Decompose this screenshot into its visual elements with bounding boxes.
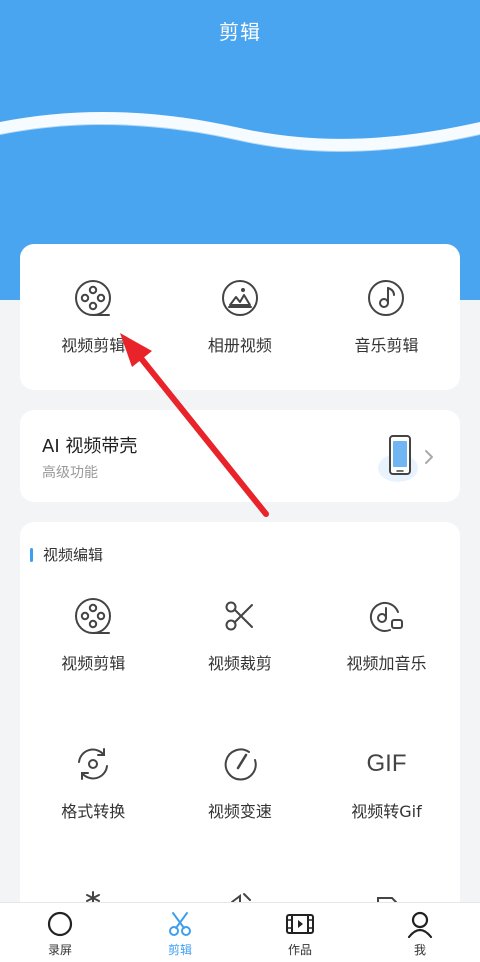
quick-action-label: 视频剪辑: [61, 336, 126, 355]
phone-icon: [378, 435, 418, 482]
nav-item-works[interactable]: 作品: [240, 903, 360, 962]
section-accent-bar: [30, 547, 33, 562]
nav-item-edit[interactable]: 剪辑: [120, 903, 240, 962]
nav-label: 作品: [287, 943, 312, 957]
ai-card-title: AI 视频带壳: [42, 436, 138, 457]
speedometer-icon: [224, 748, 257, 781]
tool-row: 格式转换 视频变速 GIF 视频转Gif: [20, 742, 460, 822]
quick-action-label: 相册视频: [207, 336, 272, 355]
record-icon: [47, 911, 73, 937]
tool-video-add-music[interactable]: 视频加音乐: [313, 594, 460, 674]
tool-row: 视频剪辑 视频裁剪 视频加音乐: [20, 594, 460, 674]
photo-album-icon: [221, 280, 258, 316]
tool-label: 格式转换: [61, 802, 126, 821]
ai-video-shell-card[interactable]: AI 视频带壳 高级功能: [20, 410, 460, 502]
tool-video-edit[interactable]: 视频剪辑: [20, 594, 167, 674]
nav-item-record[interactable]: 录屏: [0, 903, 120, 962]
add-music-icon: [370, 602, 404, 632]
wave-decoration: [0, 111, 480, 152]
music-note-icon: [368, 280, 405, 316]
gif-icon: GIF: [366, 750, 407, 777]
nav-label: 我: [413, 943, 426, 957]
quick-action-music-edit[interactable]: 音乐剪辑: [313, 244, 460, 356]
tool-label: 视频变速: [207, 802, 272, 821]
tool-label: 视频裁剪: [207, 654, 272, 673]
tool-label: 视频剪辑: [61, 654, 126, 673]
tool-video-crop[interactable]: 视频裁剪: [167, 594, 314, 674]
nav-label: 剪辑: [167, 943, 192, 957]
quick-actions-card: 视频剪辑 相册视频 音乐剪辑: [20, 244, 460, 390]
chevron-right-icon: [425, 450, 433, 464]
quick-action-video-edit[interactable]: 视频剪辑: [20, 244, 167, 356]
quick-action-label: 音乐剪辑: [354, 336, 419, 355]
tool-format-convert[interactable]: 格式转换: [20, 742, 167, 822]
section-title: 视频编辑: [43, 546, 104, 564]
page-title: 剪辑: [219, 20, 261, 44]
section-header: 视频编辑: [30, 544, 103, 565]
video-edit-card: 视频编辑 视频剪辑 视频裁剪 视频加音乐 格式转换 视频变速 GIF 视频转Gi…: [20, 522, 460, 942]
scissors-icon: [169, 912, 191, 936]
nav-item-me[interactable]: 我: [360, 903, 480, 962]
film-strip-icon: [286, 914, 314, 934]
tool-label: 视频转Gif: [351, 802, 422, 821]
tool-video-to-gif[interactable]: GIF 视频转Gif: [313, 742, 460, 822]
ai-card-subtitle: 高级功能: [42, 465, 98, 481]
bottom-nav: 录屏 剪辑 作品 我: [0, 902, 480, 962]
film-reel-icon: [75, 280, 112, 316]
tool-video-speed[interactable]: 视频变速: [167, 742, 314, 822]
quick-action-album-video[interactable]: 相册视频: [167, 244, 314, 356]
scissors-icon: [225, 601, 253, 631]
format-convert-icon: [78, 748, 109, 780]
tool-label: 视频加音乐: [346, 654, 427, 673]
film-reel-icon: [75, 598, 112, 634]
user-icon: [407, 911, 433, 939]
nav-label: 录屏: [47, 943, 72, 957]
